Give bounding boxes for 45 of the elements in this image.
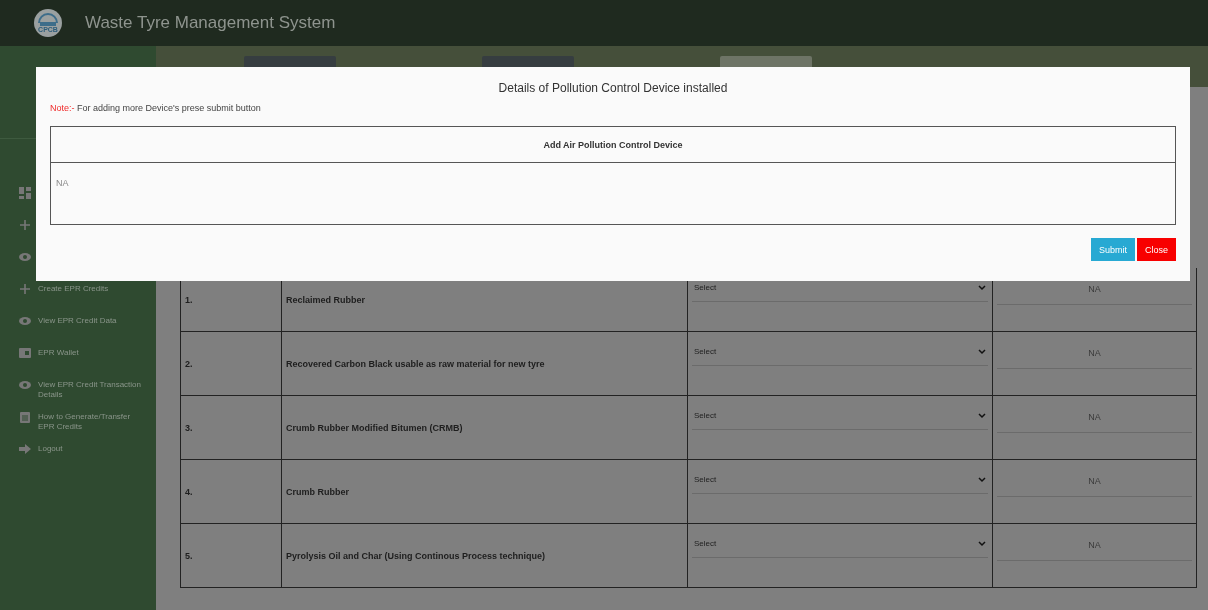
- product-name: Recovered Carbon Black usable as raw material for new tyre: [286, 358, 545, 369]
- eye-icon: [19, 379, 31, 391]
- sidebar-item[interactable]: Logout: [0, 443, 156, 465]
- value-input[interactable]: NA: [997, 402, 1192, 433]
- value-input[interactable]: NA: [997, 338, 1192, 369]
- chevron-down-icon: [978, 476, 986, 483]
- clipboard-icon: [19, 411, 31, 423]
- sidebar-item[interactable]: Create EPR Credits: [0, 283, 156, 305]
- select-dropdown[interactable]: Select: [692, 466, 988, 494]
- wallet-icon: [19, 347, 31, 359]
- row-number: 3.: [185, 422, 193, 433]
- note-text: Note:- For adding more Device's prese submit button: [50, 103, 262, 113]
- dashboard-icon: [19, 187, 31, 199]
- row-number: 2.: [185, 358, 193, 369]
- section-title: Add Air Pollution Control Device: [543, 139, 683, 150]
- product-name: Pyrolysis Oil and Char (Using Continous Process technique): [286, 550, 546, 561]
- select-dropdown[interactable]: Select: [692, 530, 988, 558]
- sidebar-item[interactable]: How to Generate/Transfer EPR Credits: [0, 411, 156, 433]
- logout-icon: [19, 443, 31, 455]
- row-number: 1.: [185, 294, 193, 305]
- chevron-down-icon: [978, 284, 986, 291]
- select-dropdown[interactable]: Select: [692, 338, 988, 366]
- select-dropdown[interactable]: Select: [692, 402, 988, 430]
- product-name: Reclaimed Rubber: [286, 294, 366, 305]
- plus-icon: [19, 219, 31, 231]
- close-button[interactable]: Close: [1137, 238, 1176, 261]
- modal-title: Details of Pollution Control Device installed: [497, 81, 729, 97]
- chevron-down-icon: [978, 412, 986, 419]
- value-input[interactable]: NA: [997, 530, 1192, 561]
- app-title: Waste Tyre Management System: [85, 13, 336, 33]
- sidebar-item[interactable]: EPR Wallet: [0, 347, 156, 369]
- sidebar-item[interactable]: View EPR Credit Transaction Details: [0, 379, 156, 401]
- product-name: Crumb Rubber Modified Bitumen (CRMB): [286, 422, 463, 433]
- chevron-down-icon: [978, 540, 986, 547]
- row-number: 5.: [185, 550, 193, 561]
- chevron-down-icon: [978, 348, 986, 355]
- eye-icon: [19, 251, 31, 263]
- value-input[interactable]: NA: [997, 466, 1192, 497]
- eye-icon: [19, 315, 31, 327]
- device-input[interactable]: NA: [54, 169, 1172, 196]
- product-name: Crumb Rubber: [286, 486, 349, 497]
- sidebar-item[interactable]: View EPR Credit Data: [0, 315, 156, 337]
- row-number: 4.: [185, 486, 193, 497]
- plus-icon: [19, 283, 31, 295]
- submit-button[interactable]: Submit: [1090, 238, 1135, 261]
